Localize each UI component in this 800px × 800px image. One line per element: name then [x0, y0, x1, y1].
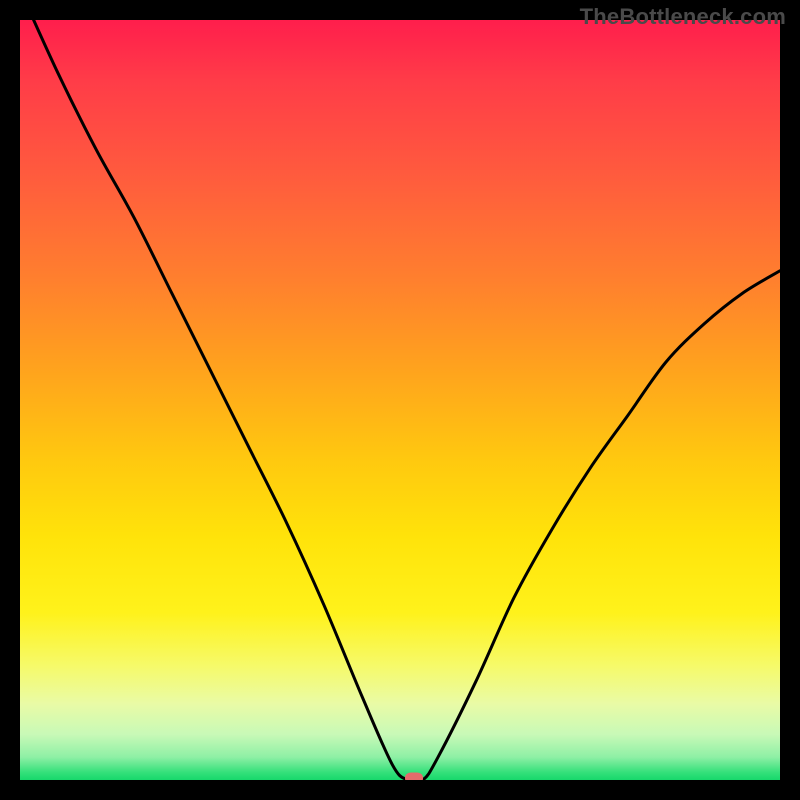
bottleneck-curve	[20, 20, 780, 780]
chart-frame: TheBottleneck.com	[0, 0, 800, 800]
optimal-point-marker	[405, 773, 423, 781]
plot-area	[20, 20, 780, 780]
watermark-text: TheBottleneck.com	[580, 4, 786, 30]
